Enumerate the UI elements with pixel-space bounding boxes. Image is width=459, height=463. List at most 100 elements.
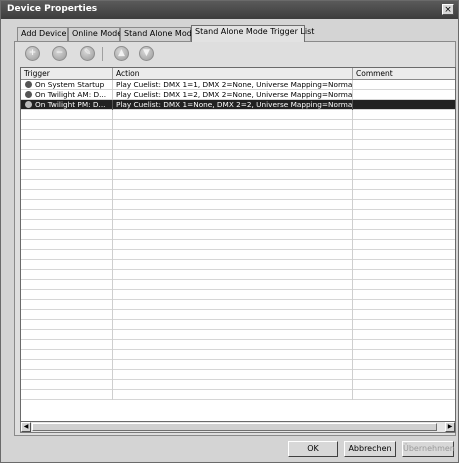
empty-row[interactable] [21, 360, 455, 370]
empty-row[interactable] [21, 120, 455, 130]
empty-cell [353, 350, 455, 360]
tab-online-mode[interactable]: Online Mode [68, 27, 122, 41]
empty-row[interactable] [21, 260, 455, 270]
empty-cell [353, 230, 455, 240]
empty-row[interactable] [21, 270, 455, 280]
empty-cell [113, 340, 353, 350]
column-header-comment[interactable]: Comment [353, 68, 455, 79]
tab-stand-alone-mode[interactable]: Stand Alone Mode [120, 27, 197, 41]
column-header-trigger[interactable]: Trigger [21, 68, 113, 79]
toolbar: + − ✎ ▲ ▼ [10, 45, 450, 63]
empty-row[interactable] [21, 390, 455, 400]
empty-cell [353, 360, 455, 370]
empty-row[interactable] [21, 350, 455, 360]
empty-cell [353, 170, 455, 180]
scroll-right-icon[interactable]: ▶ [445, 422, 455, 432]
empty-row[interactable] [21, 180, 455, 190]
empty-row[interactable] [21, 210, 455, 220]
empty-row[interactable] [21, 140, 455, 150]
empty-cell [21, 170, 113, 180]
empty-row[interactable] [21, 220, 455, 230]
apply-button[interactable]: Übernehmen [402, 441, 455, 457]
empty-row[interactable] [21, 370, 455, 380]
empty-row[interactable] [21, 130, 455, 140]
empty-cell [21, 350, 113, 360]
add-icon: + [28, 48, 37, 58]
empty-cell [21, 370, 113, 380]
empty-cell [353, 250, 455, 260]
close-button[interactable]: × [442, 4, 454, 15]
empty-cell [353, 200, 455, 210]
table-row[interactable]: On Twilight PM: D... Play Cuelist: DMX 1=… [21, 100, 455, 110]
empty-cell [21, 150, 113, 160]
empty-cell [353, 290, 455, 300]
empty-cell [353, 180, 455, 190]
horizontal-scrollbar[interactable]: ◀ ▶ [20, 422, 456, 433]
add-trigger-button[interactable]: + [25, 46, 40, 61]
empty-row[interactable] [21, 320, 455, 330]
empty-row[interactable] [21, 200, 455, 210]
tab-add-device[interactable]: Add Device [17, 27, 68, 41]
empty-row[interactable] [21, 240, 455, 250]
empty-row[interactable] [21, 330, 455, 340]
empty-row[interactable] [21, 170, 455, 180]
column-header-action[interactable]: Action [113, 68, 353, 79]
move-down-icon: ▼ [143, 48, 150, 58]
trigger-cell: On Twilight AM: D... [21, 90, 113, 100]
action-cell: Play Cuelist: DMX 1=None, DMX 2=2, Unive… [113, 100, 353, 110]
empty-cell [353, 260, 455, 270]
empty-cell [113, 180, 353, 190]
empty-row[interactable] [21, 230, 455, 240]
empty-row[interactable] [21, 110, 455, 120]
trigger-label: On System Startup [35, 80, 105, 89]
empty-cell [113, 240, 353, 250]
empty-cell [113, 350, 353, 360]
trigger-label: On Twilight AM: D... [35, 90, 107, 99]
empty-row[interactable] [21, 160, 455, 170]
ok-button[interactable]: OK [288, 441, 338, 457]
empty-cell [113, 160, 353, 170]
action-cell: Play Cuelist: DMX 1=2, DMX 2=None, Unive… [113, 90, 353, 100]
move-up-icon: ▲ [118, 48, 125, 58]
empty-row[interactable] [21, 150, 455, 160]
title-bar[interactable]: Device Properties × [1, 1, 458, 19]
comment-cell [353, 100, 455, 110]
empty-row[interactable] [21, 280, 455, 290]
empty-cell [21, 380, 113, 390]
empty-cell [113, 380, 353, 390]
empty-row[interactable] [21, 340, 455, 350]
move-up-button[interactable]: ▲ [114, 46, 129, 61]
remove-icon: − [55, 48, 64, 58]
cancel-button[interactable]: Abbrechen [344, 441, 396, 457]
empty-row[interactable] [21, 250, 455, 260]
trigger-status-icon [25, 91, 32, 98]
empty-row[interactable] [21, 300, 455, 310]
empty-cell [21, 260, 113, 270]
empty-cell [353, 120, 455, 130]
empty-cell [113, 330, 353, 340]
empty-row[interactable] [21, 380, 455, 390]
empty-cell [353, 190, 455, 200]
scrollbar-thumb[interactable] [32, 423, 437, 431]
empty-cell [21, 290, 113, 300]
empty-cell [113, 170, 353, 180]
empty-cell [21, 340, 113, 350]
trigger-status-icon [25, 101, 32, 108]
table-row[interactable]: On Twilight AM: D... Play Cuelist: DMX 1=… [21, 90, 455, 100]
empty-cell [21, 320, 113, 330]
scroll-left-icon[interactable]: ◀ [21, 422, 31, 432]
edit-trigger-button[interactable]: ✎ [80, 46, 95, 61]
remove-trigger-button[interactable]: − [52, 46, 67, 61]
empty-cell [113, 210, 353, 220]
tab-stand-alone-trigger-list[interactable]: Stand Alone Mode Trigger List [191, 25, 314, 42]
empty-row[interactable] [21, 290, 455, 300]
empty-row[interactable] [21, 310, 455, 320]
empty-cell [353, 150, 455, 160]
table-row[interactable]: On System Startup Play Cuelist: DMX 1=1, … [21, 80, 455, 90]
empty-cell [353, 310, 455, 320]
empty-cell [113, 360, 353, 370]
empty-row[interactable] [21, 190, 455, 200]
empty-cell [353, 330, 455, 340]
trigger-status-icon [25, 81, 32, 88]
move-down-button[interactable]: ▼ [139, 46, 154, 61]
